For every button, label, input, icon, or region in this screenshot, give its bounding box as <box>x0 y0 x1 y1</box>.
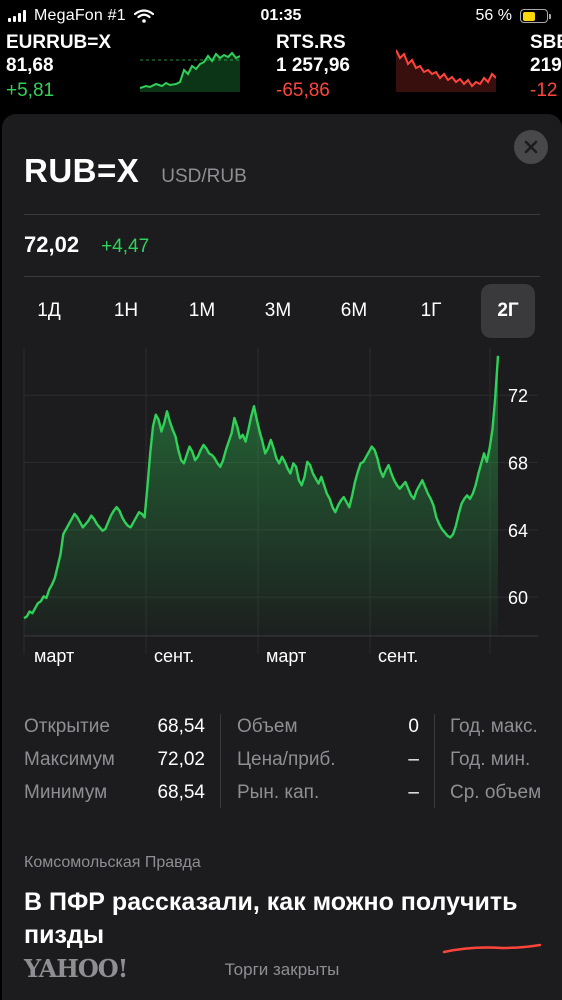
ticker-price: 219 <box>530 55 562 76</box>
stat-label-low: Минимум <box>24 782 108 803</box>
range-tab-1m[interactable]: 1М <box>175 284 229 338</box>
chart-y-tick-label: 72 <box>508 386 528 406</box>
stat-label-52w-low: Год. мин. <box>450 749 531 770</box>
footer: YAHOO! Торги закрыты <box>2 944 562 1000</box>
chart-area <box>24 355 498 636</box>
stat-value-volume: 0 <box>408 716 419 737</box>
ticker-change: +5,81 <box>6 80 55 101</box>
stat-value-high: 72,02 <box>157 749 205 770</box>
stat-value-low: 68,54 <box>157 782 205 803</box>
range-tab-1y[interactable]: 1Г <box>404 284 458 338</box>
stock-detail-card: RUB=X USD/RUB 72,02 +4,47 1Д 1Н 1М 3М 6М… <box>2 114 562 1000</box>
news-source: Комсомольская Правда <box>24 854 201 871</box>
stat-label-pe: Цена/приб. <box>237 749 336 770</box>
ticker-symbol: SBE <box>530 32 562 53</box>
ticker-item-rts[interactable]: RTS.RS 1 257,96 -65,86 <box>276 32 350 104</box>
price-row: 72,02 +4,47 <box>24 232 149 258</box>
ticker-symbol: EURRUB=X <box>6 32 112 53</box>
range-tab-3m[interactable]: 3М <box>251 284 305 338</box>
stock-pair: USD/RUB <box>161 166 247 187</box>
ticker-strip[interactable]: EURRUB=X 81,68 +5,81 RTS.RS 1 257,96 -65… <box>0 32 562 112</box>
range-tab-6m[interactable]: 6М <box>327 284 381 338</box>
chart-y-tick-label: 60 <box>508 588 528 608</box>
chart-x-tick-label: сент. <box>378 646 418 666</box>
price-change: +4,47 <box>101 236 150 257</box>
status-right: 56 % <box>475 7 551 25</box>
divider <box>24 276 540 277</box>
ticker-change: -65,86 <box>276 80 330 101</box>
chart-x-tick-label: сент. <box>154 646 194 666</box>
stats-table: Открытие 68,54 Максимум 72,02 Минимум 68… <box>2 710 562 820</box>
close-icon <box>524 140 538 154</box>
stats-divider <box>220 714 221 808</box>
stat-value-pe: – <box>408 749 419 770</box>
battery-percent: 56 % <box>475 7 512 24</box>
chart-y-tick-label: 64 <box>508 521 528 541</box>
stock-symbol: RUB=X <box>24 152 140 189</box>
stat-label-open: Открытие <box>24 716 110 737</box>
stat-label-52w-high: Год. макс. <box>450 716 538 737</box>
stat-label-volume: Объем <box>237 716 298 737</box>
ticker-price: 1 257,96 <box>276 55 350 76</box>
ticker-sparkline-eurrub <box>140 51 240 92</box>
ticker-symbol: RTS.RS <box>276 32 346 53</box>
ticker-sparkline-rts <box>396 49 496 92</box>
battery-icon <box>520 9 551 23</box>
range-tab-2y[interactable]: 2Г <box>481 284 535 338</box>
stat-label-avg-volume: Ср. объем <box>450 782 542 803</box>
ticker-item-sbe[interactable]: SBE 219 -12 <box>530 32 562 104</box>
title-row: RUB=X USD/RUB <box>24 152 247 190</box>
stat-value-mktcap: – <box>408 782 419 803</box>
ticker-price: 81,68 <box>6 55 54 76</box>
stat-label-mktcap: Рын. кап. <box>237 782 320 803</box>
range-selector[interactable]: 1Д 1Н 1М 3М 6М 1Г 2Г <box>2 284 562 340</box>
current-price: 72,02 <box>24 232 80 257</box>
stat-value-open: 68,54 <box>157 716 205 737</box>
chart-y-tick-label: 68 <box>508 454 528 474</box>
price-chart[interactable]: 72 68 64 60 март сент. март сент. <box>2 344 562 674</box>
range-tab-1w[interactable]: 1Н <box>99 284 153 338</box>
close-button[interactable] <box>514 130 548 164</box>
stats-divider <box>434 714 435 808</box>
chart-x-tick-label: март <box>266 646 306 666</box>
chart-x-tick-label: март <box>34 646 74 666</box>
ticker-item-eurrub[interactable]: EURRUB=X 81,68 +5,81 <box>6 32 111 104</box>
divider <box>24 214 540 215</box>
market-status: Торги закрыты <box>224 960 340 979</box>
status-bar: MegaFon #1 01:35 56 % <box>0 0 562 32</box>
stat-label-high: Максимум <box>24 749 115 770</box>
ticker-change: -12 <box>530 80 558 101</box>
range-tab-1d[interactable]: 1Д <box>22 284 76 338</box>
